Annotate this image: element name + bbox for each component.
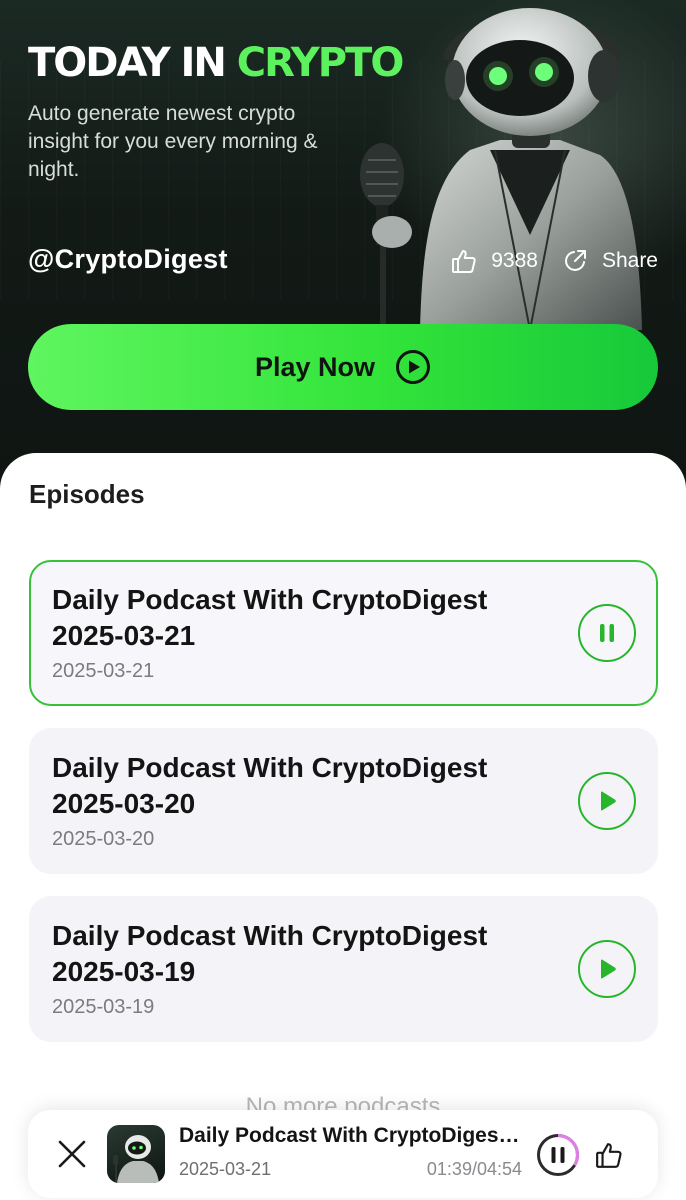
like-count: 9388 xyxy=(491,249,538,272)
pause-icon xyxy=(551,1147,565,1163)
mini-player[interactable]: Daily Podcast With CryptoDigest 2025-03-… xyxy=(28,1110,658,1198)
episode-date: 2025-03-19 xyxy=(52,996,155,1018)
robot-thumbnail-image xyxy=(113,1135,159,1183)
play-icon xyxy=(601,791,616,811)
episode-date: 2025-03-20 xyxy=(52,828,155,850)
close-icon[interactable] xyxy=(56,1138,88,1170)
pause-icon xyxy=(600,624,614,642)
hero-subtitle: Auto generate newest crypto insight for … xyxy=(28,102,318,181)
episode-card[interactable]: Daily Podcast With CryptoDigest 2025-03-… xyxy=(29,896,658,1042)
episode-play-button[interactable] xyxy=(578,772,636,830)
thumbs-up-icon xyxy=(452,250,476,273)
hero-title-main: TODAY IN xyxy=(28,40,237,86)
thumbs-up-icon[interactable] xyxy=(594,1141,624,1169)
channel-handle[interactable]: @CryptoDigest xyxy=(28,244,228,275)
hero-title-accent: CRYPTO xyxy=(236,40,405,86)
mini-player-pause-button[interactable] xyxy=(536,1133,580,1177)
hero-actions: 9388 Share xyxy=(451,244,658,278)
episodes-heading: Episodes xyxy=(29,479,145,509)
play-now-label: Play Now xyxy=(254,351,376,382)
episode-title: Daily Podcast With CryptoDigest 2025-03-… xyxy=(52,584,488,651)
share-label: Share xyxy=(601,249,658,272)
episode-play-button[interactable] xyxy=(578,940,636,998)
play-circle-icon xyxy=(395,349,431,385)
like-button[interactable]: 9388 xyxy=(451,248,538,274)
episode-date: 2025-03-21 xyxy=(52,660,155,682)
hero-banner: TODAY IN CRYPTO Auto generate newest cry… xyxy=(0,0,686,480)
episode-thumbnail xyxy=(107,1125,165,1183)
episode-card[interactable]: Daily Podcast With CryptoDigest 2025-03-… xyxy=(29,728,658,874)
episode-title: Daily Podcast With CryptoDigest 2025-03-… xyxy=(52,752,488,819)
share-icon xyxy=(565,250,586,271)
episode-title: Daily Podcast With CryptoDigest 2025-03-… xyxy=(52,920,488,987)
episodes-sheet: Episodes Daily Podcast With CryptoDigest… xyxy=(0,453,686,1200)
episode-card[interactable]: Daily Podcast With CryptoDigest 2025-03-… xyxy=(29,560,658,706)
share-button[interactable]: Share xyxy=(562,248,658,274)
playback-time: 01:39/04:54 xyxy=(426,1159,522,1179)
hero-title: TODAY IN CRYPTO xyxy=(28,40,405,86)
now-playing-title: Daily Podcast With CryptoDigest 2025-03-… xyxy=(179,1124,524,1147)
now-playing-date: 2025-03-21 xyxy=(179,1159,272,1179)
episode-pause-button[interactable] xyxy=(578,604,636,662)
play-now-button[interactable]: Play Now xyxy=(28,324,658,410)
play-icon xyxy=(601,959,616,979)
